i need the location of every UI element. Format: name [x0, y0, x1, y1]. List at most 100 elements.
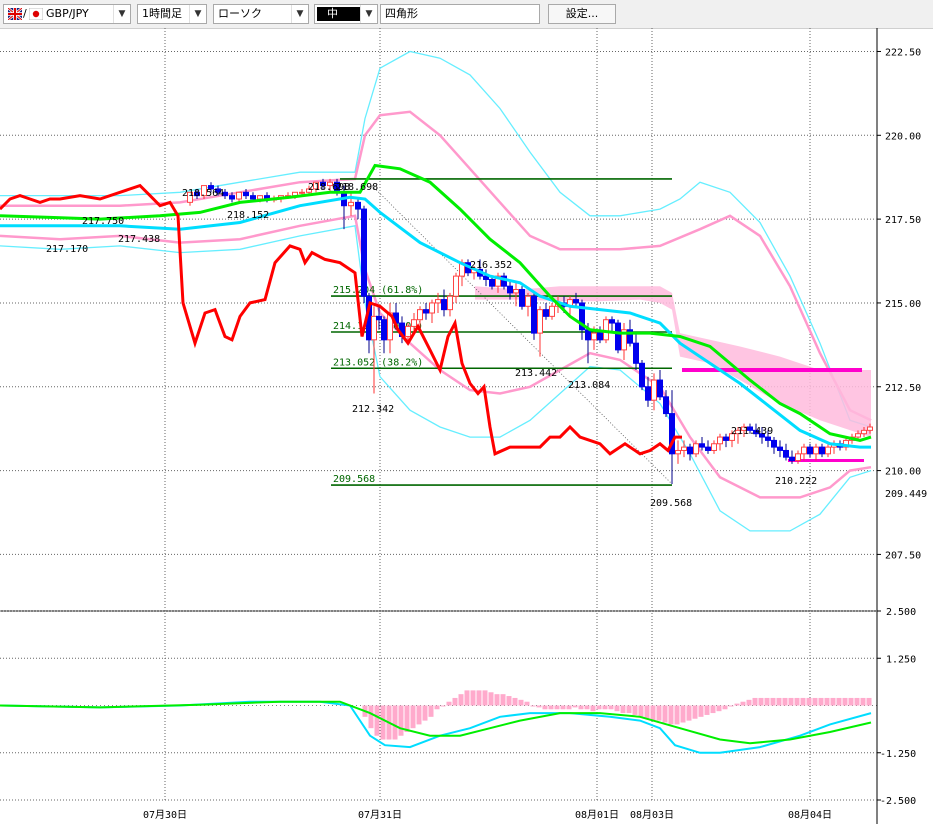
candle-up — [405, 325, 411, 337]
price-label: 217.170 — [46, 244, 88, 255]
macd-histogram-bar — [602, 705, 608, 710]
y-tick-label: 212.50 — [885, 383, 921, 394]
candle-up — [417, 309, 423, 321]
y-tick-label: 220.00 — [885, 131, 921, 142]
candle-down — [819, 446, 825, 455]
macd-histogram-bar — [566, 705, 572, 710]
macd-histogram-bar — [374, 705, 380, 736]
candle-down — [519, 289, 525, 307]
candle-down — [705, 446, 711, 451]
drawing-tool-field[interactable]: 四角形 — [380, 4, 540, 24]
macd-histogram-bar — [440, 705, 446, 707]
x-tick-label: 08月01日 — [575, 809, 619, 821]
candle-up — [795, 453, 801, 462]
macd-histogram-bar — [746, 699, 752, 706]
candle-down — [663, 396, 669, 415]
macd-histogram-bar — [464, 690, 470, 706]
macd-histogram-bar — [518, 699, 524, 706]
macd-histogram-bar — [614, 705, 620, 712]
chevron-down-icon[interactable]: ▼ — [113, 5, 130, 23]
chevron-down-icon[interactable]: ▼ — [360, 5, 377, 23]
macd-histogram-bar — [542, 705, 548, 710]
macd-histogram-bar — [410, 705, 416, 729]
macd-histogram-bar — [860, 697, 866, 706]
candle-up — [681, 446, 687, 451]
macd-y-tick-label: -1.250 — [880, 749, 916, 760]
candle-down — [361, 208, 367, 297]
macd-histogram-bar — [494, 694, 500, 706]
macd-histogram-bar — [722, 705, 728, 710]
macd-histogram-bar — [674, 705, 680, 725]
macd-histogram-bar — [812, 697, 818, 706]
macd-histogram-bar — [488, 692, 494, 706]
macd-histogram-bar — [560, 705, 566, 710]
chevron-down-icon[interactable]: ▼ — [291, 5, 308, 23]
macd-histogram-bar — [770, 697, 776, 706]
chart-style-select[interactable]: ローソク ▼ — [213, 4, 309, 24]
bollinger-bands — [0, 50, 872, 532]
chart-area[interactable]: 215.204 (61.8%)214.133 (50.0%)213.052 (3… — [0, 28, 933, 824]
candle-up — [675, 449, 681, 455]
macd-histogram-bar — [764, 697, 770, 706]
candle-up — [855, 433, 861, 438]
macd-histogram-bar — [704, 705, 710, 715]
macd-histogram-bar — [680, 705, 686, 723]
y-tick-label: 215.00 — [885, 299, 921, 310]
time-axis: 07月30日 07月31日 08月01日 08月03日 08月04日 — [143, 809, 832, 821]
candle-up — [537, 309, 543, 334]
candle-down — [489, 278, 495, 287]
candle-up — [453, 275, 459, 297]
candle-down — [789, 456, 795, 462]
macd-histogram-bar — [638, 705, 644, 717]
macd-histogram-bar — [848, 697, 854, 706]
macd-histogram-bar — [866, 697, 872, 706]
candle-down — [355, 201, 361, 210]
candle-down — [645, 386, 651, 401]
macd-histogram-bar — [470, 690, 476, 706]
macd-line — [0, 700, 872, 754]
candle-up — [603, 319, 609, 341]
candle-down — [615, 322, 621, 351]
macd-y-tick-label: 2.500 — [886, 607, 916, 618]
macd-histogram-bar — [842, 697, 848, 706]
uk-flag-icon — [8, 8, 22, 20]
candle-down — [777, 446, 783, 451]
macd-histogram-bar — [458, 694, 464, 706]
candle-down — [699, 443, 705, 448]
candle-down — [543, 309, 549, 317]
candle-down — [376, 315, 382, 321]
chevron-down-icon[interactable]: ▼ — [189, 5, 206, 23]
macd-histogram-bar — [854, 697, 860, 706]
line-width-select[interactable]: 中 ▼ — [314, 4, 378, 24]
chart-style-label: ローソク — [218, 7, 262, 20]
macd-histogram-bar — [608, 705, 614, 710]
macd-histogram-bar — [392, 705, 398, 740]
x-tick-label: 07月30日 — [143, 809, 187, 821]
price-label: 217.750 — [82, 216, 124, 227]
price-label: 212.342 — [352, 404, 394, 415]
candle-up — [651, 379, 657, 401]
candle-up — [257, 195, 263, 200]
symbol-select[interactable]: / GBP/JPY ▼ — [3, 4, 131, 24]
macd-histogram-bar — [512, 697, 518, 706]
candle-up — [867, 426, 873, 431]
macd-histogram-bar — [650, 705, 656, 721]
macd-histogram-bar — [482, 690, 488, 706]
macd-histogram-bar — [506, 696, 512, 706]
macd-histogram-bar — [830, 697, 836, 706]
candle-up — [299, 191, 305, 194]
candle-up — [348, 201, 354, 207]
price-label: 218.564 — [182, 188, 224, 199]
toolbar: / GBP/JPY ▼ 1時間足 ▼ ローソク ▼ 中 ▼ 四角形 設定... — [0, 0, 933, 29]
macd-histogram-bar — [452, 697, 458, 706]
x-tick-label: 08月03日 — [630, 809, 674, 821]
macd-histogram-bar — [686, 705, 692, 721]
candle-up — [825, 446, 831, 455]
macd-histogram-bar — [398, 705, 404, 736]
candle-down — [243, 191, 249, 197]
timeframe-select[interactable]: 1時間足 ▼ — [137, 4, 207, 24]
macd-histogram-bar — [584, 705, 590, 710]
fib-level-label: 215.204 (61.8%) — [333, 285, 423, 296]
settings-button[interactable]: 設定... — [548, 4, 616, 24]
moving-averages — [0, 163, 872, 456]
